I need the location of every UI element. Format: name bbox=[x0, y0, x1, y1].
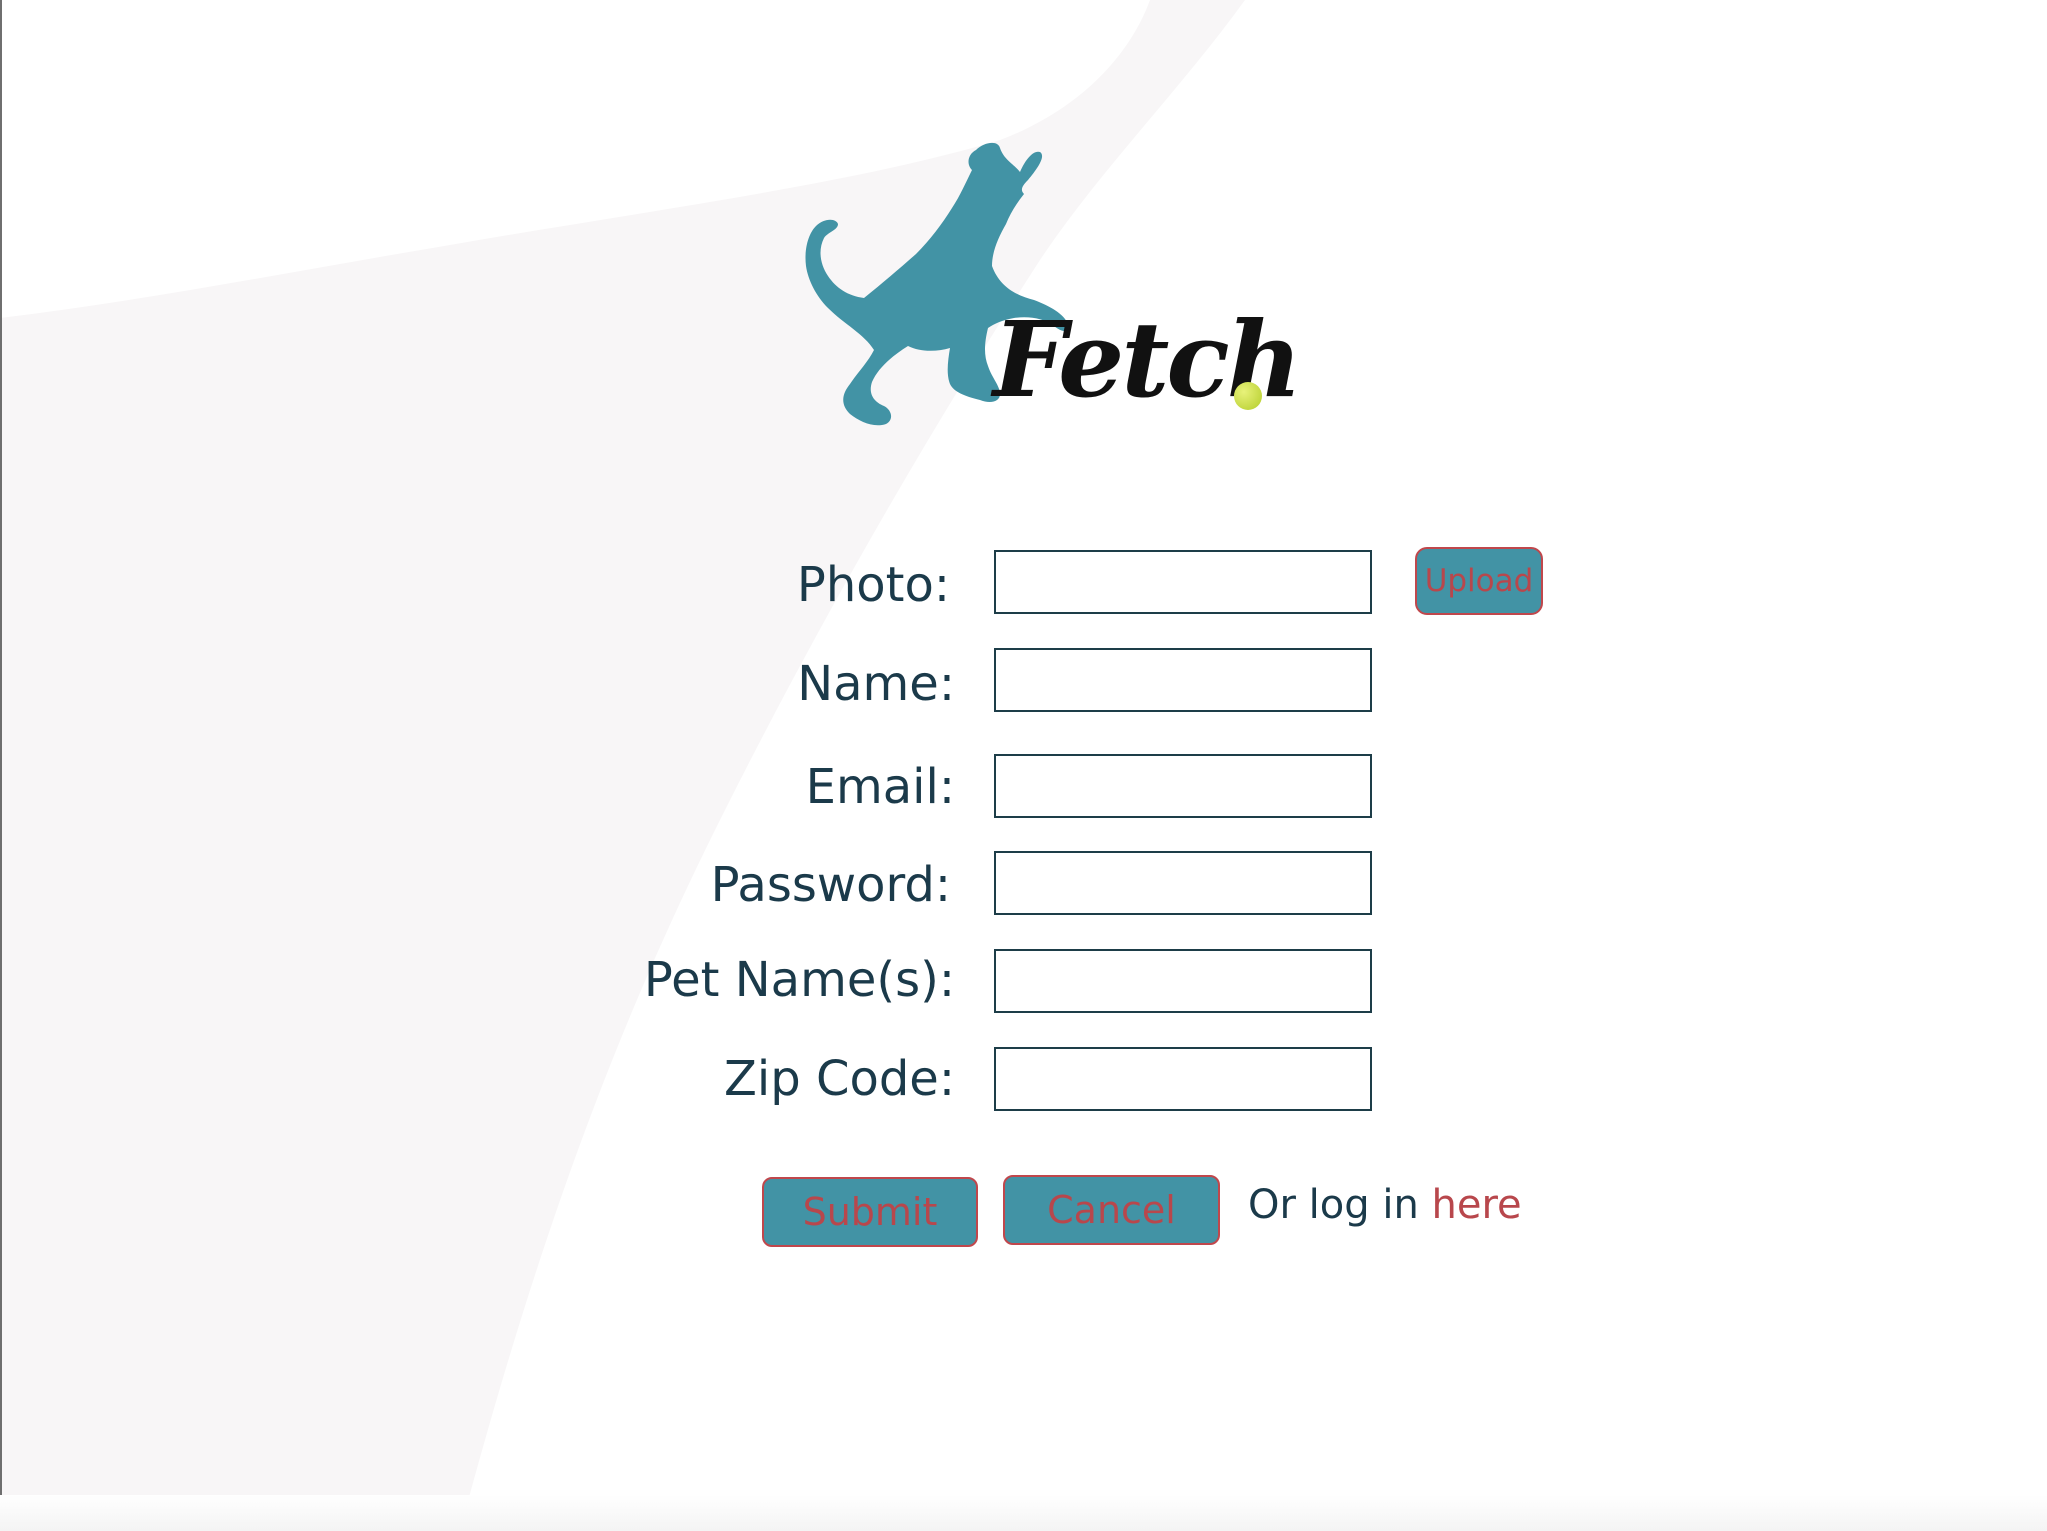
login-prompt: Or log in here bbox=[1248, 1178, 1522, 1232]
zip-code-label: Zip Code: bbox=[724, 1051, 955, 1107]
window-edge bbox=[0, 0, 2, 1531]
photo-field[interactable] bbox=[994, 550, 1372, 614]
password-label: Password: bbox=[710, 857, 951, 913]
email-field[interactable] bbox=[994, 754, 1372, 818]
name-label: Name: bbox=[797, 656, 955, 712]
submit-button[interactable]: Submit bbox=[762, 1177, 978, 1247]
zip-code-field[interactable] bbox=[994, 1047, 1372, 1111]
upload-button[interactable]: Upload bbox=[1415, 547, 1543, 615]
fetch-logo: Fetch bbox=[788, 138, 1302, 430]
cancel-button[interactable]: Cancel bbox=[1003, 1175, 1220, 1245]
tennis-ball-icon bbox=[1234, 382, 1262, 410]
email-label: Email: bbox=[805, 759, 955, 815]
password-field[interactable] bbox=[994, 851, 1372, 915]
pet-names-label: Pet Name(s): bbox=[643, 952, 955, 1008]
photo-label: Photo: bbox=[796, 557, 950, 613]
name-field[interactable] bbox=[994, 648, 1372, 712]
login-prompt-text: Or log in bbox=[1248, 1182, 1432, 1228]
bottom-band bbox=[0, 1495, 2047, 1531]
pet-names-field[interactable] bbox=[994, 949, 1372, 1013]
signup-page: Fetch Photo: Upload Name: Email: Passwor… bbox=[0, 0, 2047, 1531]
login-link[interactable]: here bbox=[1432, 1182, 1522, 1228]
